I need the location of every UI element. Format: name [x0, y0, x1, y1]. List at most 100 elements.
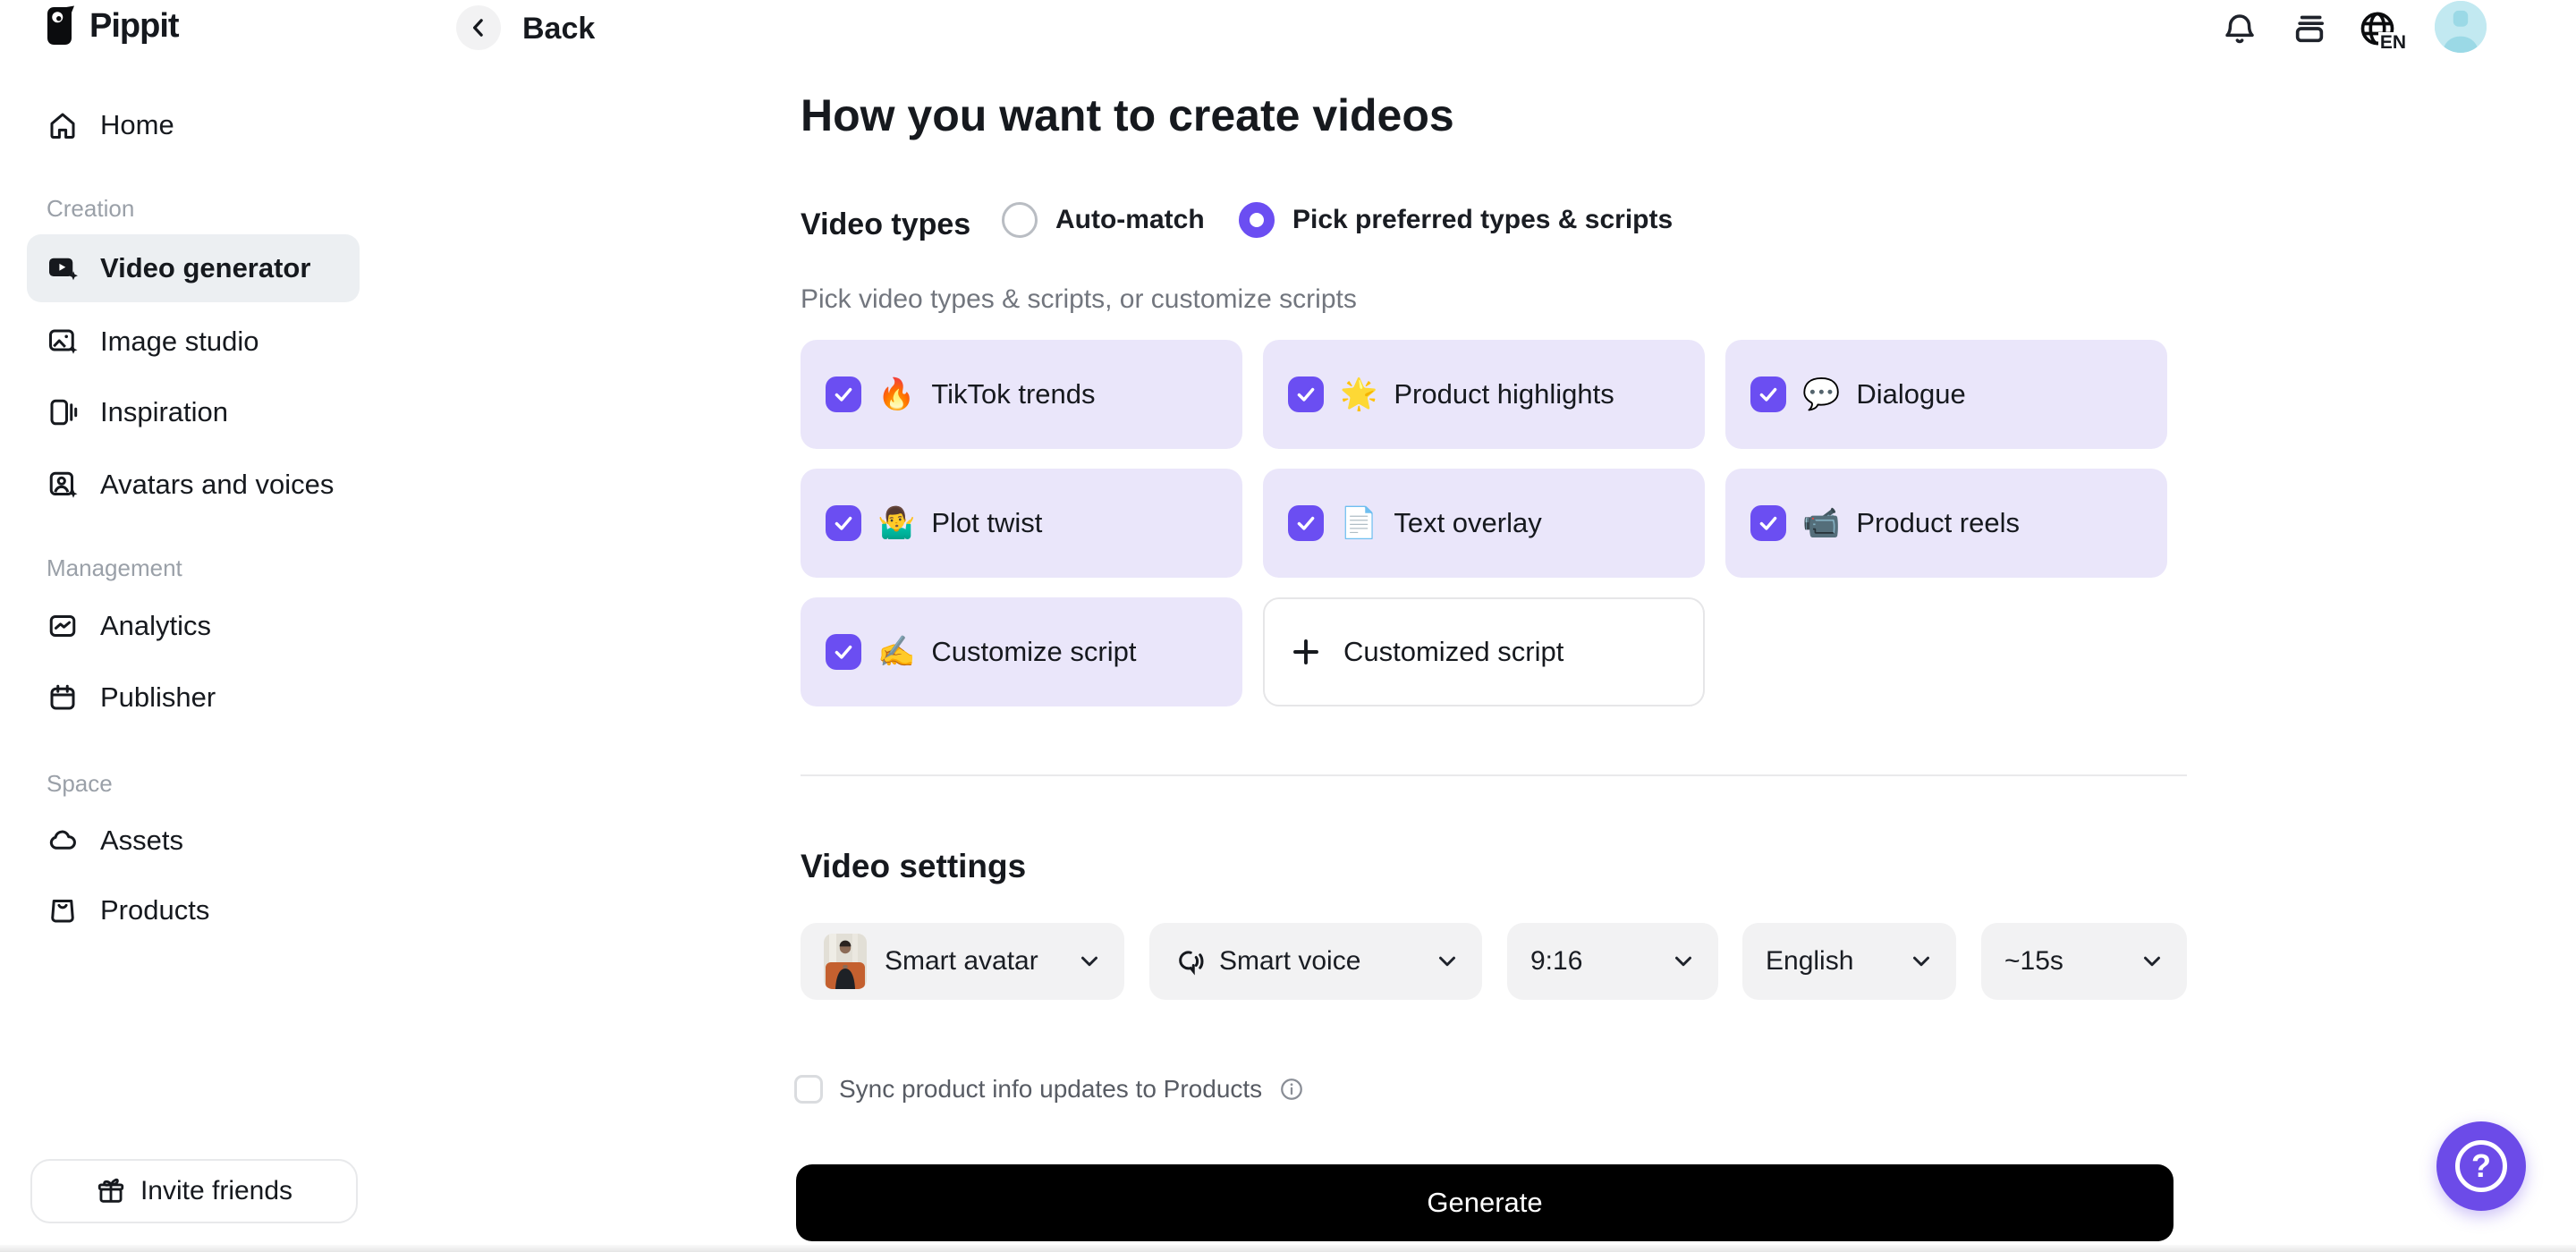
check-icon — [1297, 516, 1315, 530]
generate-label: Generate — [1427, 1187, 1543, 1218]
sidebar-item-analytics[interactable]: Analytics — [27, 592, 360, 660]
card-product-highlights[interactable]: 🌟 Product highlights — [1263, 340, 1705, 449]
dropdown-value: Smart avatar — [885, 946, 1038, 976]
card-label: Plot twist — [931, 507, 1043, 538]
video-settings-title: Video settings — [801, 848, 1027, 884]
back-label[interactable]: Back — [522, 12, 595, 47]
card-emoji: 🤷‍♂️ — [877, 506, 916, 540]
sidebar-item-label: Inspiration — [100, 396, 229, 427]
radio-auto-match[interactable]: Auto-match — [1002, 202, 1205, 238]
checkbox-checked[interactable] — [1288, 376, 1324, 412]
analytics-icon — [49, 615, 76, 637]
radio-circle-off[interactable] — [1002, 202, 1038, 238]
checkbox-checked[interactable] — [826, 634, 861, 670]
language-dropdown[interactable]: English — [1742, 923, 1956, 1000]
sidebar-item-products[interactable]: Products — [27, 876, 360, 944]
sidebar-item-image-studio[interactable]: Image studio — [27, 308, 360, 376]
sidebar-item-publisher[interactable]: Publisher — [27, 664, 360, 732]
notification-bell-icon[interactable] — [2218, 7, 2261, 50]
video-types-label: Video types — [801, 207, 971, 241]
duration-dropdown[interactable]: ~15s — [1981, 923, 2187, 1000]
sidebar-section-creation: Creation — [47, 195, 135, 222]
user-avatar[interactable] — [2435, 1, 2487, 53]
gift-icon — [97, 1178, 124, 1203]
radio-circle-on[interactable] — [1239, 202, 1275, 238]
aspect-ratio-dropdown[interactable]: 9:16 — [1507, 923, 1718, 1000]
sidebar-item-avatars-and-voices[interactable]: Avatars and voices — [27, 451, 360, 519]
sidebar-item-inspiration[interactable]: Inspiration — [27, 378, 360, 446]
assets-icon — [49, 830, 76, 850]
subscription-stack-icon[interactable] — [2288, 7, 2331, 50]
info-icon[interactable] — [1278, 1076, 1305, 1103]
card-emoji: 🔥 — [877, 377, 916, 411]
dropdown-value: 9:16 — [1530, 946, 1583, 976]
card-customize-script[interactable]: ✍️ Customize script — [801, 597, 1242, 706]
sidebar-item-home[interactable]: Home — [27, 91, 360, 159]
checkbox-unchecked[interactable] — [794, 1075, 823, 1104]
sidebar-item-label: Products — [100, 894, 210, 926]
add-customized-script-button[interactable]: Customized script — [1263, 597, 1705, 706]
card-product-reels[interactable]: 📹 Product reels — [1725, 469, 2167, 578]
checkbox-checked[interactable] — [1288, 505, 1324, 541]
dropdown-value: Smart voice — [1219, 946, 1361, 976]
help-button[interactable]: ? — [2436, 1121, 2526, 1211]
card-label: Product highlights — [1394, 378, 1614, 410]
card-label: Customize script — [931, 636, 1137, 667]
chevron-down-icon — [2144, 956, 2160, 967]
generate-button[interactable]: Generate — [796, 1164, 2174, 1241]
card-text-overlay[interactable]: 📄 Text overlay — [1263, 469, 1705, 578]
dropdown-value: English — [1766, 946, 1854, 976]
card-label: Product reels — [1856, 507, 2020, 538]
checkbox-checked[interactable] — [1750, 376, 1786, 412]
bottom-edge-shadow — [0, 1245, 2576, 1252]
invite-friends-label: Invite friends — [140, 1176, 293, 1205]
pippit-logo[interactable]: Pippit — [45, 5, 180, 47]
brand-name: Pippit — [89, 6, 180, 45]
checkbox-checked[interactable] — [826, 376, 861, 412]
radio-pick-preferred[interactable]: Pick preferred types & scripts — [1239, 202, 1673, 238]
invite-friends-button[interactable]: Invite friends — [30, 1159, 358, 1223]
sidebar-item-label: Analytics — [100, 610, 212, 641]
page-title: How you want to create videos — [801, 90, 1454, 140]
back-button[interactable] — [456, 5, 501, 50]
chevron-left-icon — [473, 19, 483, 37]
sidebar-section-management: Management — [47, 554, 182, 581]
card-label: Text overlay — [1394, 507, 1542, 538]
sidebar-item-assets[interactable]: Assets — [27, 807, 360, 875]
card-label: TikTok trends — [931, 378, 1096, 410]
card-emoji: 📹 — [1802, 506, 1841, 540]
voice-icon — [1179, 951, 1204, 976]
sidebar-item-label: Publisher — [100, 681, 216, 713]
inspiration-icon — [50, 399, 78, 426]
sidebar-item-video-generator[interactable]: Video generator — [27, 234, 360, 302]
card-tiktok-trends[interactable]: 🔥 TikTok trends — [801, 340, 1242, 449]
pippit-logo-icon — [47, 5, 74, 45]
home-icon — [50, 113, 75, 139]
question-mark-icon: ? — [2455, 1140, 2507, 1192]
language-globe-icon[interactable]: EN — [2356, 7, 2406, 54]
radio-label: Auto-match — [1055, 205, 1205, 234]
avatar-silhouette-icon — [2435, 1, 2487, 53]
card-emoji: 📄 — [1340, 506, 1378, 540]
check-icon — [835, 516, 852, 530]
card-plot-twist[interactable]: 🤷‍♂️ Plot twist — [801, 469, 1242, 578]
sidebar-item-label: Home — [100, 109, 174, 140]
check-icon — [1759, 516, 1777, 530]
card-label: Dialogue — [1856, 378, 1966, 410]
avatar-thumbnail — [824, 934, 867, 989]
sync-label: Sync product info updates to Products — [839, 1075, 1263, 1103]
sidebar-item-label: Image studio — [100, 326, 259, 357]
card-dialogue[interactable]: 💬 Dialogue — [1725, 340, 2167, 449]
chevron-down-icon — [1675, 956, 1691, 967]
smart-voice-dropdown[interactable]: Smart voice — [1149, 923, 1482, 1000]
section-divider — [801, 774, 2187, 776]
sync-products-checkbox-row[interactable]: Sync product info updates to Products — [794, 1075, 1305, 1104]
image-studio-icon — [49, 329, 78, 354]
card-label: Customized script — [1343, 636, 1564, 667]
card-emoji: 🌟 — [1340, 377, 1378, 411]
checkbox-checked[interactable] — [826, 505, 861, 541]
checkbox-checked[interactable] — [1750, 505, 1786, 541]
card-emoji: 💬 — [1802, 377, 1841, 411]
smart-avatar-dropdown[interactable]: Smart avatar — [801, 923, 1124, 1000]
check-icon — [1759, 387, 1777, 402]
